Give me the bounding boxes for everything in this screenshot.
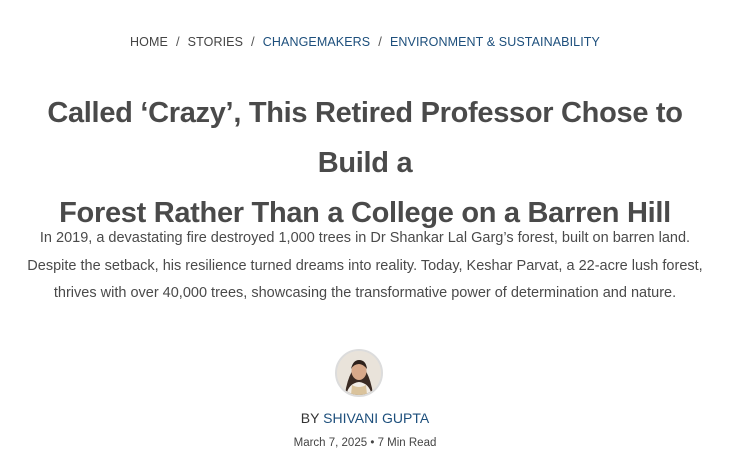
breadcrumb-stories-link[interactable]: STORIES	[188, 35, 243, 49]
article-summary: In 2019, a devastating fire destroyed 1,…	[5, 225, 725, 308]
author-byline: BY SHIVANI GUPTA	[0, 410, 730, 426]
meta-separator: •	[370, 437, 375, 449]
breadcrumb-changemakers-link[interactable]: CHANGEMAKERS	[263, 35, 370, 49]
breadcrumb-separator: /	[378, 34, 382, 49]
breadcrumb-home-link[interactable]: HOME	[130, 35, 168, 49]
article-meta: March 7, 2025 • 7 Min Read	[0, 437, 730, 449]
summary-line: In 2019, a devastating fire destroyed 1,…	[39, 230, 691, 246]
author-photo-icon	[337, 351, 381, 395]
article-title-line: Called ‘Crazy’, This Retired Professor C…	[47, 97, 683, 179]
summary-line: Despite the setback, his resilience turn…	[27, 257, 703, 274]
breadcrumb-separator: /	[175, 34, 180, 49]
article-title: Called ‘Crazy’, This Retired Professor C…	[15, 88, 715, 238]
breadcrumb-environment-link[interactable]: ENVIRONMENT & SUSTAINABILITY	[390, 35, 600, 49]
author-avatar[interactable]	[335, 349, 383, 397]
read-time: 7 Min Read	[377, 437, 437, 449]
breadcrumb: HOME / STORIES / CHANGEMAKERS / ENVIRONMENT & …	[0, 34, 730, 49]
breadcrumb-separator: /	[251, 34, 255, 49]
by-label: BY	[300, 410, 320, 426]
author-name-link[interactable]: SHIVANI GUPTA	[323, 410, 429, 426]
publish-date: March 7, 2025	[293, 437, 368, 449]
summary-line: thrives with over 40,000 trees, showcasi…	[53, 285, 677, 301]
article-header: HOME / STORIES / CHANGEMAKERS / ENVIRONMENT & …	[0, 0, 730, 465]
